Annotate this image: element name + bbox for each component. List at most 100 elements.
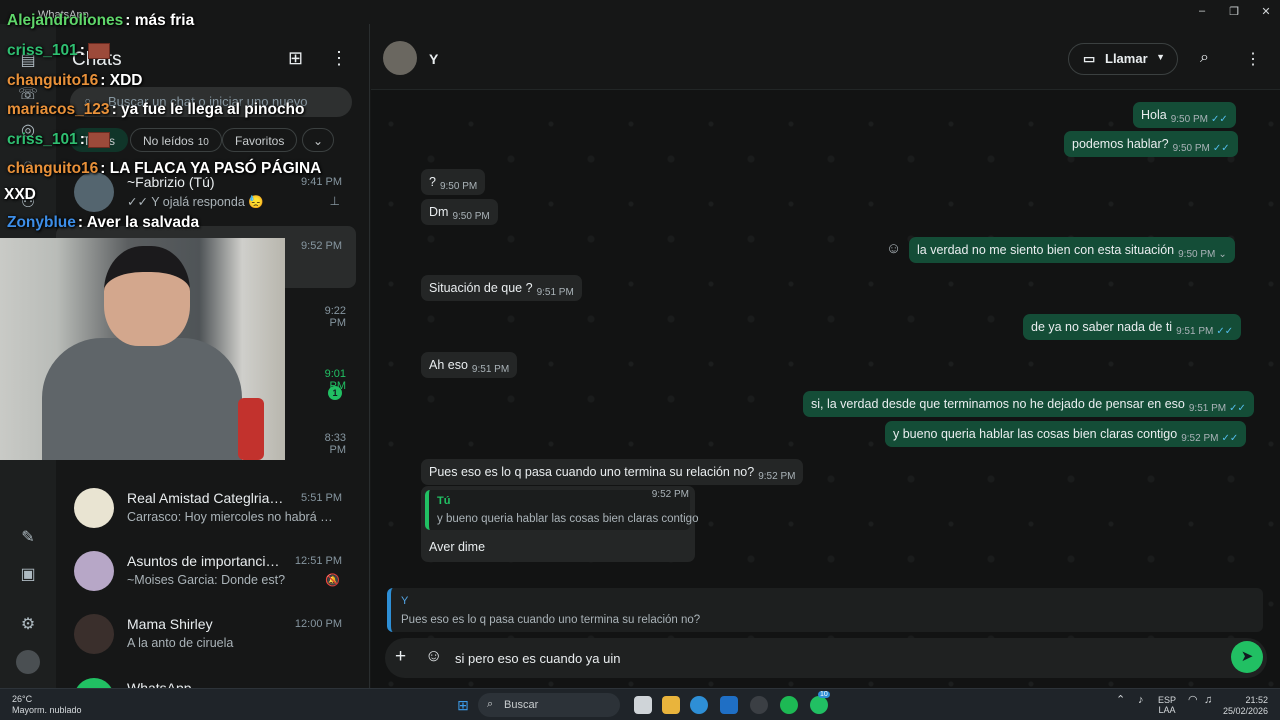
tray-chevron-icon[interactable]: ⌃ xyxy=(1116,695,1125,706)
message-text: Pues eso es lo q pasa cuando uno termina… xyxy=(429,465,755,479)
message-incoming[interactable]: Ah eso 9:51 PM xyxy=(421,352,518,378)
whatsapp-badge: 10 xyxy=(818,691,830,698)
settings-icon[interactable]: ⚙ xyxy=(16,612,40,636)
weather-widget[interactable]: 26°C Mayorm. nublado xyxy=(12,694,82,716)
message-outgoing[interactable]: de ya no saber nada de ti 9:51 PM ✓✓ xyxy=(1023,314,1242,340)
stream-chat-line: mariacos_123: ya fue le llega al pinocho xyxy=(7,101,305,119)
message-incoming[interactable]: Dm 9:50 PM xyxy=(421,199,498,225)
file-explorer-icon[interactable] xyxy=(662,696,680,714)
lamp xyxy=(238,398,264,460)
store-icon[interactable] xyxy=(720,696,738,714)
language-indicator[interactable]: ESP LAA xyxy=(1158,695,1176,715)
maximize-button[interactable]: ❐ xyxy=(1224,5,1244,18)
reply-preview: Y Pues eso es lo q pasa cuando uno termi… xyxy=(387,588,1263,632)
message-outgoing[interactable]: Hola 9:50 PM ✓✓ xyxy=(1133,102,1236,128)
stream-user: changuito16 xyxy=(7,72,99,89)
message-incoming-reply[interactable]: Tú y bueno queria hablar las cosas bien … xyxy=(421,486,698,562)
chevron-down-icon: ▼ xyxy=(1156,52,1165,62)
app-icon[interactable] xyxy=(750,696,768,714)
message-outgoing[interactable]: podemos hablar? 9:50 PM ✓✓ xyxy=(1064,131,1238,157)
call-label: Llamar xyxy=(1105,51,1148,66)
attach-plus-icon[interactable]: + xyxy=(395,646,406,668)
chat-name: Asuntos de importancias... xyxy=(127,553,285,569)
avatar xyxy=(74,488,114,528)
chat-preview: Carrasco: Hoy miercoles no habrá entr... xyxy=(127,510,333,524)
wifi-icon[interactable]: ◠ xyxy=(1188,695,1198,706)
chat-item[interactable]: Mama Shirley A la anto de ciruela 12:00 … xyxy=(56,604,356,666)
search-icon[interactable]: ⌕ xyxy=(1200,49,1209,67)
message-input[interactable] xyxy=(455,648,1215,668)
chat-name: WhatsApp xyxy=(127,680,192,688)
send-button[interactable]: ➤ xyxy=(1231,641,1263,673)
starred-icon[interactable]: ✎ xyxy=(16,525,40,549)
clock[interactable]: 21:52 25/02/2026 xyxy=(1222,695,1268,717)
stream-chat-line: criss_101: xyxy=(7,42,110,60)
message-text: Hola xyxy=(1141,108,1167,122)
emote-icon xyxy=(87,42,110,59)
video-call-icon: ▭ xyxy=(1083,51,1096,66)
avatar xyxy=(74,678,114,688)
minimize-button[interactable]: – xyxy=(1192,5,1212,17)
message-text: Situación de que ? xyxy=(429,281,533,295)
message-text: podemos hablar? xyxy=(1072,137,1169,151)
message-time: 9:52 PM xyxy=(651,489,689,500)
clock-time: 21:52 xyxy=(1245,695,1268,705)
clock-date: 25/02/2026 xyxy=(1222,706,1268,716)
stream-user: criss_101 xyxy=(7,42,78,59)
react-emoji-icon[interactable]: ☺ xyxy=(886,240,901,257)
taskview-icon[interactable] xyxy=(634,696,652,714)
message-menu-chevron-icon[interactable]: ⌄ xyxy=(1218,249,1226,260)
contact-name[interactable]: Y xyxy=(429,51,438,67)
mic-icon[interactable]: ♪ xyxy=(1138,695,1144,706)
read-ticks-icon: ✓✓ xyxy=(1210,114,1228,125)
stream-user: changuito16 xyxy=(7,160,99,177)
chat-item[interactable]: Asuntos de importancias... ~Moises Garci… xyxy=(56,541,356,603)
menu-icon[interactable]: ⋮ xyxy=(1245,49,1261,69)
conversation-header: Y ▭ Llamar ▼ ⌕ ⋮ xyxy=(371,24,1280,90)
spotify-icon[interactable] xyxy=(780,696,798,714)
message-outgoing[interactable]: y bueno queria hablar las cosas bien cla… xyxy=(885,421,1247,447)
close-window-button[interactable]: ✕ xyxy=(1256,5,1276,18)
contact-avatar[interactable] xyxy=(383,41,417,75)
lang-code: ESP xyxy=(1158,695,1177,705)
message-incoming[interactable]: Situación de que ? 9:51 PM xyxy=(421,275,582,301)
taskbar-search-label: Buscar xyxy=(504,699,539,711)
message-text: si, la verdad desde que terminamos no he… xyxy=(811,397,1185,411)
whatsapp-taskbar-icon[interactable] xyxy=(810,696,828,714)
chat-item[interactable]: Real Amistad Categlria 200... Carrasco: … xyxy=(56,478,356,540)
volume-icon[interactable]: ♫ xyxy=(1204,695,1212,706)
reply-text: Pues eso es lo q pasa cuando uno termina… xyxy=(401,614,701,626)
message-time: 9:51 PM xyxy=(1176,326,1214,337)
quoted-message[interactable]: Tú y bueno queria hablar las cosas bien … xyxy=(425,490,698,530)
taskbar-search[interactable]: ⌕ Buscar xyxy=(478,693,620,717)
streamer-body xyxy=(42,338,242,460)
chat-preview: A la anto de ciruela xyxy=(127,636,234,650)
stream-text: : ya fue le llega al pinocho xyxy=(111,101,305,118)
chat-time: 12:00 PM xyxy=(294,618,342,630)
chat-item[interactable]: WhatsApp xyxy=(56,668,356,688)
message-text: la verdad no me siento bien con esta sit… xyxy=(917,243,1175,257)
message-outgoing[interactable]: si, la verdad desde que terminamos no he… xyxy=(803,391,1254,417)
message-time: 9:50 PM xyxy=(1178,249,1216,260)
start-icon[interactable]: ⊞ xyxy=(454,696,472,714)
message-time: 9:52 PM xyxy=(1181,433,1219,444)
search-icon: ⌕ xyxy=(487,698,494,710)
call-button[interactable]: ▭ Llamar ▼ xyxy=(1068,43,1178,75)
message-outgoing[interactable]: la verdad no me siento bien con esta sit… xyxy=(909,237,1235,263)
stream-text: : más fria xyxy=(125,12,195,29)
message-time: 9:50 PM xyxy=(439,181,478,192)
profile-avatar[interactable] xyxy=(16,650,40,674)
message-incoming[interactable]: Pues eso es lo q pasa cuando uno termina… xyxy=(421,459,804,485)
read-ticks-icon: ✓✓ xyxy=(1229,403,1246,414)
message-text: Aver dime xyxy=(429,540,486,554)
message-time: 9:51 PM xyxy=(1188,403,1227,414)
message-text: y bueno queria hablar las cosas bien cla… xyxy=(893,427,1178,441)
sticker-icon[interactable]: ☺ xyxy=(425,646,442,666)
message-incoming[interactable]: ? 9:50 PM xyxy=(421,169,486,195)
chat-time: 9:52 PM xyxy=(301,240,342,252)
edge-icon[interactable] xyxy=(690,696,708,714)
stream-chat-line: changuito16: XDD xyxy=(7,72,143,90)
stream-user: mariacos_123 xyxy=(7,101,110,118)
media-icon[interactable]: ▣ xyxy=(16,562,40,586)
chat-name: Mama Shirley xyxy=(127,616,213,632)
